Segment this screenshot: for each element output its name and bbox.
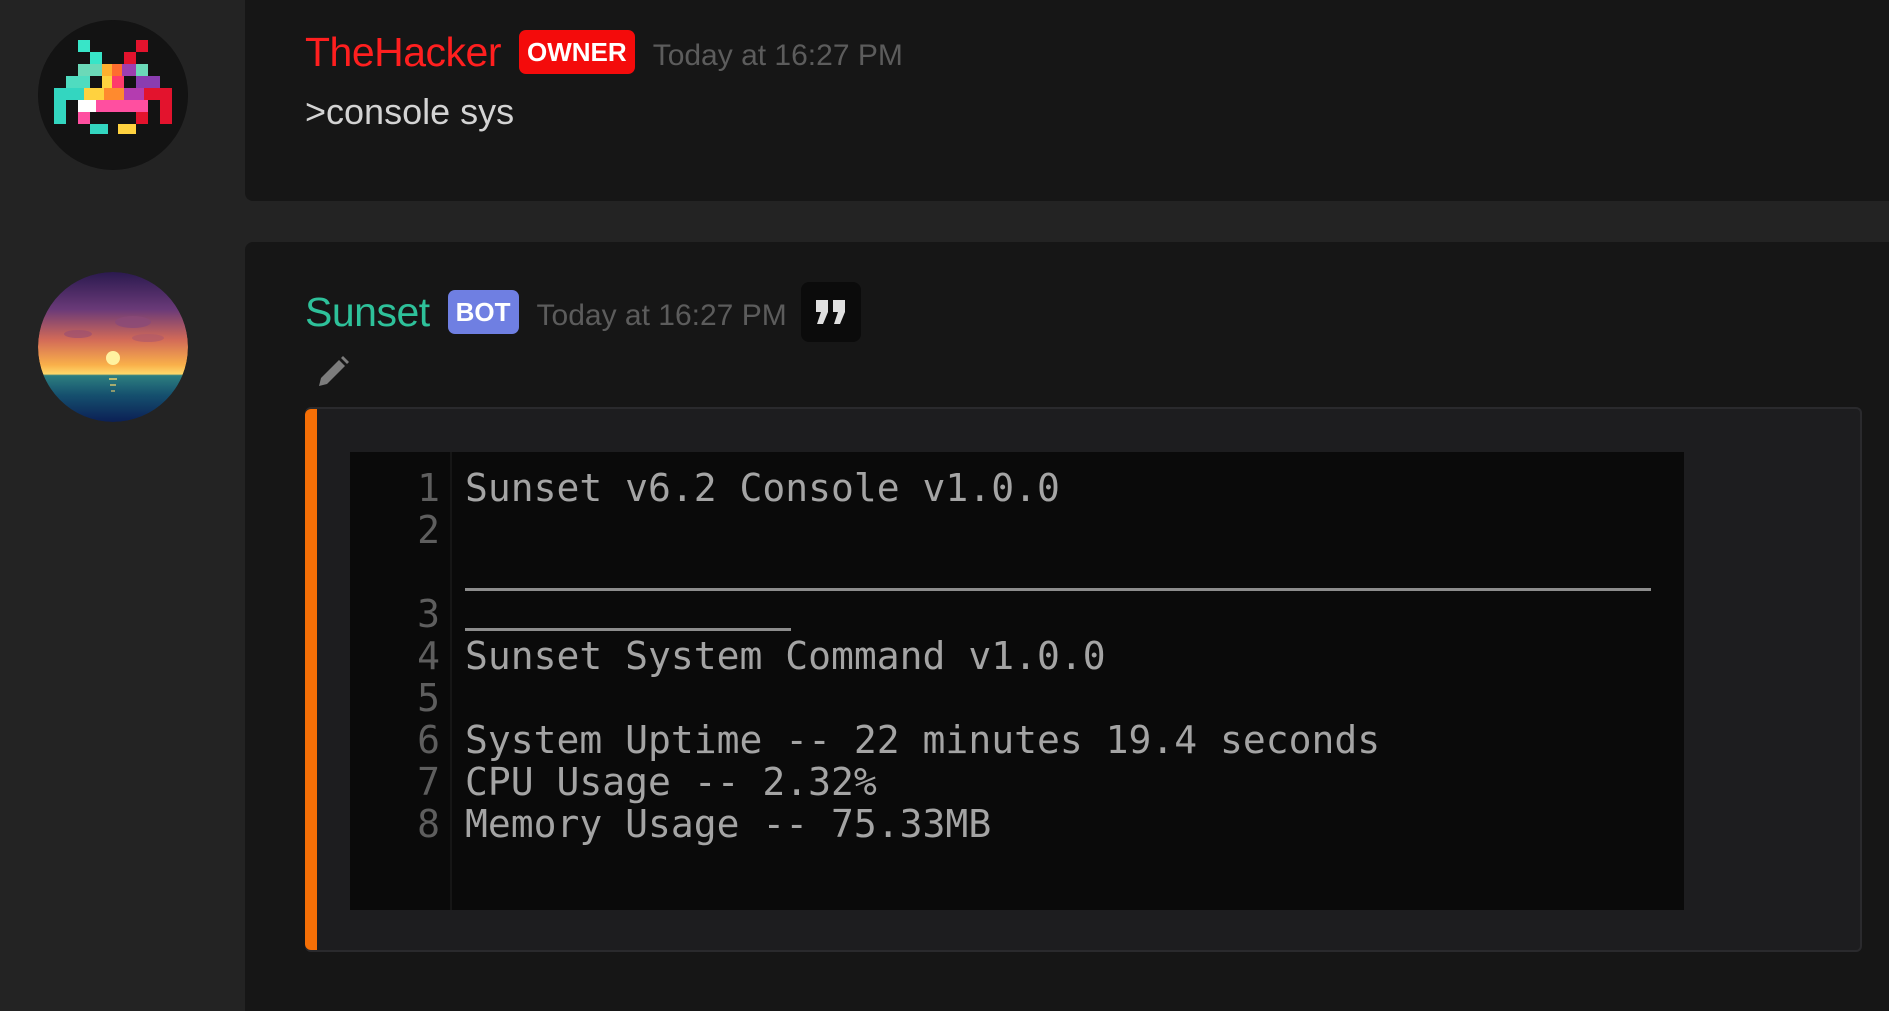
separator-line (465, 588, 1651, 591)
chat-view: TheHacker OWNER Today at 16:27 PM >conso… (0, 0, 1889, 1011)
space-invader-icon (38, 20, 188, 170)
pencil-icon (319, 356, 349, 386)
owner-badge: OWNER (519, 30, 635, 74)
line-number: 6 (417, 718, 440, 762)
line-number: 7 (417, 760, 440, 804)
message-1: TheHacker OWNER Today at 16:27 PM >conso… (245, 0, 1889, 201)
avatar-sunset[interactable] (38, 272, 188, 422)
message-2: Sunset BOT Today at 16:27 PM 1 2 3 4 5 6… (245, 242, 1889, 1011)
console-line: CPU Usage -- 2.32% (465, 760, 877, 804)
message-header: TheHacker OWNER Today at 16:27 PM (305, 28, 903, 76)
quote-icon (815, 300, 845, 324)
separator-line (465, 628, 791, 631)
line-number: 1 (417, 466, 440, 510)
console-line: Sunset System Command v1.0.0 (465, 634, 1106, 678)
embed-accent-bar (305, 409, 317, 950)
timestamp: Today at 16:27 PM (536, 299, 787, 332)
console-line: System Uptime -- 22 minutes 19.4 seconds (465, 718, 1381, 762)
username[interactable]: Sunset (305, 288, 430, 336)
line-number: 8 (417, 802, 440, 846)
code-block: 1 2 3 4 5 6 7 8 Sunset v6.2 Console v1.0… (350, 452, 1684, 910)
line-number-gutter: 1 2 3 4 5 6 7 8 (350, 452, 452, 910)
username[interactable]: TheHacker (305, 28, 502, 76)
line-number: 3 (417, 592, 440, 636)
message-header: Sunset BOT Today at 16:27 PM (305, 282, 861, 342)
edit-button[interactable] (315, 354, 351, 390)
bot-badge: BOT (447, 290, 519, 334)
line-number: 2 (417, 508, 440, 552)
console-line: Sunset v6.2 Console v1.0.0 (465, 466, 1060, 510)
line-number: 5 (417, 676, 440, 720)
message-content: >console sys (305, 91, 515, 132)
quote-button[interactable] (800, 282, 861, 342)
line-number: 4 (417, 634, 440, 678)
sunset-icon (38, 272, 188, 422)
console-line: Memory Usage -- 75.33MB (465, 802, 992, 846)
timestamp: Today at 16:27 PM (652, 39, 903, 72)
avatar-thehacker[interactable] (38, 20, 188, 170)
console-embed: 1 2 3 4 5 6 7 8 Sunset v6.2 Console v1.0… (305, 407, 1862, 952)
